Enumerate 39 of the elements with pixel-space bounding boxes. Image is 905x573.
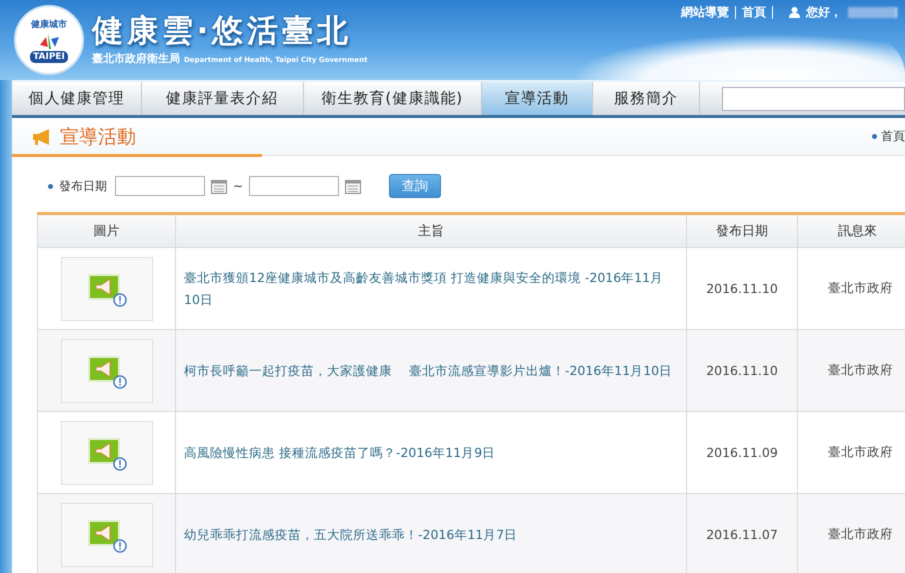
subject-link[interactable]: 高風險慢性病患 接種流感疫苗了嗎？-2016年11月9日 [176, 412, 686, 494]
agency-name: 臺北市政府衛生局 [92, 50, 180, 66]
page-title: 宣導活動 [12, 124, 136, 150]
date-cell: 2016.11.10 [686, 248, 798, 330]
column-header: 發布日期 [686, 214, 798, 248]
subject-link[interactable]: 臺北市獲頒12座健康城市及高齡友善城市獎項 打造健康與安全的環境 -2016年11月10日 [176, 248, 686, 330]
megaphone-icon [32, 128, 52, 144]
nav-tab[interactable]: 健康評量表介紹 [142, 82, 304, 115]
date-cell: 2016.11.07 [686, 494, 798, 573]
source-cell: 臺北市政府 [798, 330, 905, 412]
date-cell: 2016.11.09 [686, 412, 798, 494]
blurred-username [848, 7, 897, 18]
source-cell: 臺北市政府 [798, 412, 905, 494]
range-separator: ~ [233, 179, 244, 193]
nav-tab[interactable]: 服務簡介 [593, 82, 700, 115]
logo-text: 健康城市 [31, 18, 67, 30]
start-date-field[interactable] [115, 176, 205, 196]
top-link[interactable]: 網站導覽 [681, 6, 736, 19]
source-cell: 臺北市政府 [798, 494, 905, 573]
search-field[interactable] [722, 87, 905, 111]
nav-tab[interactable]: 宣導活動 [482, 82, 594, 115]
logo-badge-text: TAIPEI [30, 50, 68, 62]
top-link[interactable]: 首頁 [742, 6, 773, 19]
field-label: 發布日期 [59, 178, 107, 194]
nav-tab[interactable]: 個人健康管理 [12, 82, 142, 115]
source-cell: 臺北市政府 [798, 248, 905, 330]
user-icon [789, 7, 800, 18]
column-header: 訊息來 [798, 214, 905, 248]
column-header: 圖片 [38, 214, 176, 248]
site-title: 健康雲‧悠活臺北 [92, 14, 353, 49]
calendar-icon[interactable] [345, 178, 362, 194]
greeting-text: 您好， [806, 4, 842, 21]
date-cell: 2016.11.10 [686, 330, 798, 412]
breadcrumb-link[interactable]: 首頁 [872, 128, 905, 145]
column-header: 主旨 [176, 214, 686, 248]
subject-link[interactable]: 幼兒乖乖打流感疫苗，五大院所送乖乖！-2016年11月7日 [176, 494, 686, 573]
end-date-field[interactable] [249, 176, 340, 196]
subject-link[interactable]: 柯市長呼籲一起打疫苗，大家護健康 臺北市流感宣導影片出爐！-2016年11月10日 [176, 330, 686, 412]
calendar-icon[interactable] [211, 178, 227, 194]
